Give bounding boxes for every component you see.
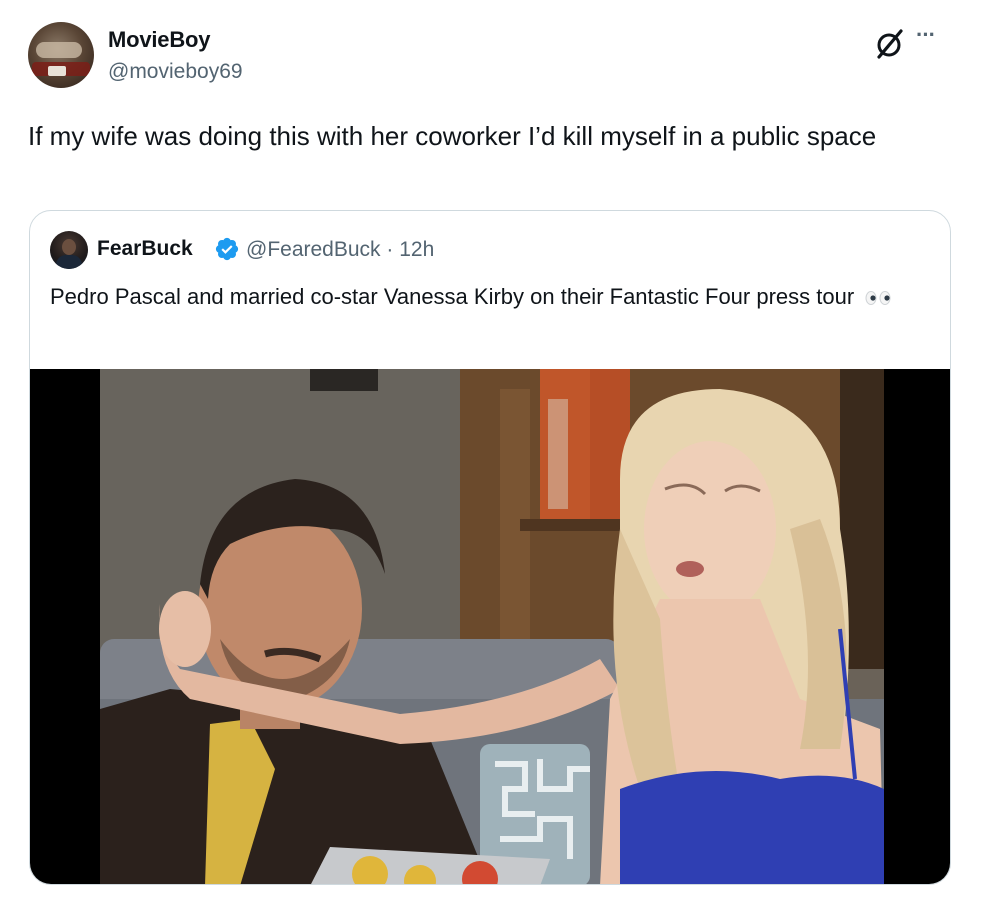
author-handle[interactable]: @movieboy69: [108, 60, 243, 84]
quoted-author-display-name[interactable]: FearBuck: [97, 237, 193, 261]
video-still-illustration: [100, 369, 884, 884]
avatar[interactable]: [28, 22, 94, 88]
video-still-image[interactable]: [100, 369, 884, 884]
quoted-tweet-card[interactable]: FearBuck @FearedBuck · 12h Pedro Pascal …: [29, 210, 951, 885]
author-display-name[interactable]: MovieBoy: [108, 27, 211, 53]
quoted-tweet-media[interactable]: [30, 369, 950, 884]
quoted-author-avatar[interactable]: [50, 231, 88, 269]
quoted-tweet-text: Pedro Pascal and married co-star Vanessa…: [50, 281, 930, 312]
quoted-author-handle[interactable]: @FearedBuck: [246, 238, 381, 261]
quoted-author-meta: @FearedBuck · 12h: [246, 238, 434, 262]
tweet-text: If my wife was doing this with her cowor…: [28, 121, 877, 151]
quoted-tweet-time[interactable]: 12h: [399, 238, 434, 261]
quoted-tweet-text-body: Pedro Pascal and married co-star Vanessa…: [50, 284, 855, 309]
grok-icon[interactable]: [872, 26, 908, 62]
verified-badge-icon: [215, 237, 239, 261]
more-icon[interactable]: ···: [916, 22, 936, 48]
eyes-emoji-icon: [865, 291, 891, 306]
meta-separator: ·: [386, 238, 394, 261]
